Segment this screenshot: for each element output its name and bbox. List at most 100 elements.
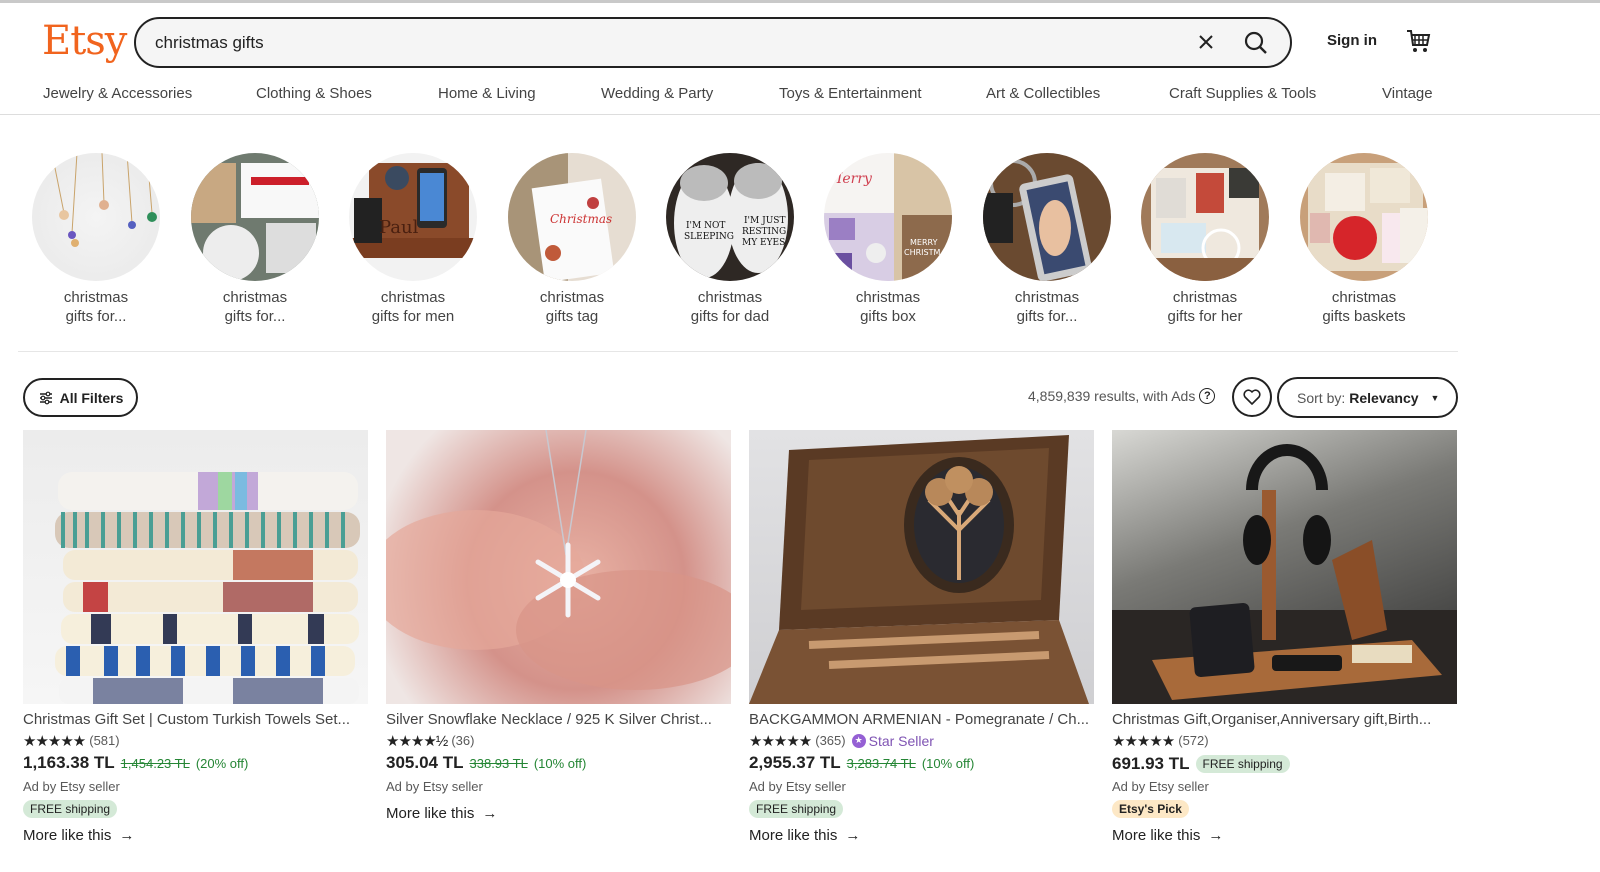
related-search-label: christmas gifts box xyxy=(855,289,921,325)
review-count: (581) xyxy=(89,733,120,748)
listing-card[interactable]: Christmas Gift,Organiser,Anniversary gif… xyxy=(1112,430,1457,844)
clear-search-icon[interactable] xyxy=(1194,30,1218,54)
listing-title[interactable]: Christmas Gift,Organiser,Anniversary gif… xyxy=(1112,710,1457,729)
nav-item-wedding[interactable]: Wedding & Party xyxy=(601,85,713,102)
original-price: 338.93 TL xyxy=(469,756,528,771)
related-search-item[interactable]: Merry MERRY CHRISTM christmas gifts box xyxy=(808,153,968,326)
discount: (10% off) xyxy=(533,756,587,771)
more-like-this-label: More like this xyxy=(1112,827,1201,844)
star-seller-badge: ★ Star Seller xyxy=(851,732,934,749)
related-search-image xyxy=(1300,153,1428,281)
nav-item-jewelry[interactable]: Jewelry & Accessories xyxy=(43,85,192,102)
listing-image[interactable] xyxy=(386,430,731,704)
listing-card[interactable]: BACKGAMMON ARMENIAN - Pomegranate / Ch..… xyxy=(749,430,1094,844)
related-search-image: Paul xyxy=(349,153,477,281)
search-input[interactable] xyxy=(155,31,1155,55)
listing-rating: ★★★★½ (36) xyxy=(386,732,731,750)
related-search-image: Christmas xyxy=(508,153,636,281)
related-search-label: christmas gifts for her xyxy=(1167,289,1243,325)
nav-item-toys[interactable]: Toys & Entertainment xyxy=(779,85,922,102)
price-line: 1,163.38 TL 1,454.23 TL (20% off) xyxy=(23,753,368,775)
svg-text:CHRISTM: CHRISTM xyxy=(904,248,940,257)
ad-seller-label: Ad by Etsy seller xyxy=(386,779,483,794)
listing-title[interactable]: Christmas Gift Set | Custom Turkish Towe… xyxy=(23,710,368,729)
related-search-label: christmas gifts for men xyxy=(371,289,455,325)
star-seller-icon: ★ xyxy=(851,733,866,748)
related-search-label: christmas gifts for dad xyxy=(690,289,770,325)
price-line: 2,955.37 TL 3,283.74 TL (10% off) xyxy=(749,753,1094,775)
cart-icon[interactable] xyxy=(1405,27,1433,55)
svg-text:I'M JUST: I'M JUST xyxy=(744,216,785,226)
sale-price: 1,163.38 TL xyxy=(23,753,115,772)
listing-card[interactable]: Silver Snowflake Necklace / 925 K Silver… xyxy=(386,430,731,822)
search-icon[interactable] xyxy=(1242,29,1270,57)
more-like-this-link[interactable]: More like this → xyxy=(23,827,368,844)
heart-icon xyxy=(1243,389,1261,405)
ad-seller-label: Ad by Etsy seller xyxy=(749,779,846,794)
related-search-image: Merry MERRY CHRISTM xyxy=(824,153,952,281)
related-search-item[interactable]: christmas gifts for... xyxy=(967,153,1127,326)
related-search-item[interactable]: I'M NOT SLEEPING I'M JUST RESTING MY EYES ch… xyxy=(650,153,810,326)
sign-in-link[interactable]: Sign in xyxy=(1327,32,1377,49)
price-line: 691.93 TL FREE shipping xyxy=(1112,753,1457,775)
all-filters-label: All Filters xyxy=(59,389,124,406)
nav-item-craft[interactable]: Craft Supplies & Tools xyxy=(1169,85,1316,102)
etsy-logo[interactable]: Etsy xyxy=(42,18,127,64)
arrow-right-icon: → xyxy=(845,827,861,844)
nav-item-vintage[interactable]: Vintage xyxy=(1382,85,1433,102)
save-search-button[interactable] xyxy=(1232,377,1272,417)
original-price: 1,454.23 TL xyxy=(120,756,190,771)
related-search-label: christmas gifts for... xyxy=(63,289,129,325)
related-search-item[interactable]: christmas gifts baskets xyxy=(1284,153,1444,326)
svg-text:MERRY: MERRY xyxy=(910,238,938,247)
star-rating: ★★★★★ xyxy=(749,732,812,750)
svg-text:I'M NOT: I'M NOT xyxy=(686,221,725,231)
more-like-this-link[interactable]: More like this → xyxy=(1112,827,1457,844)
related-search-label: christmas gifts for... xyxy=(1014,289,1080,325)
category-nav: Jewelry & Accessories Clothing & Shoes H… xyxy=(0,84,1600,115)
related-search-item[interactable]: Christmas christmas gifts tag xyxy=(492,153,652,326)
related-search-item[interactable]: Paul christmas gifts for men xyxy=(333,153,493,326)
sort-dropdown[interactable]: Sort by: Relevancy ▼ xyxy=(1277,377,1458,418)
filter-sliders-icon xyxy=(39,391,52,404)
star-rating: ★★★★★ xyxy=(1112,732,1175,750)
listing-image[interactable] xyxy=(23,430,368,704)
all-filters-button[interactable]: All Filters xyxy=(23,378,138,417)
help-icon[interactable]: ? xyxy=(1199,388,1216,404)
listing-rating: ★★★★★ (581) xyxy=(23,732,368,750)
related-search-label: christmas gifts tag xyxy=(539,289,605,325)
listing-image[interactable] xyxy=(749,430,1094,704)
svg-text:Merry: Merry xyxy=(827,171,873,187)
related-search-image xyxy=(1141,153,1269,281)
listing-title[interactable]: Silver Snowflake Necklace / 925 K Silver… xyxy=(386,710,731,729)
star-rating: ★★★★★ xyxy=(23,732,86,750)
sale-price: 691.93 TL xyxy=(1112,754,1190,773)
related-search-image xyxy=(191,153,319,281)
window-top-border xyxy=(0,0,1600,3)
review-count: (572) xyxy=(1178,733,1209,748)
listing-rating: ★★★★★ (365) ★ Star Seller xyxy=(749,732,1094,750)
svg-text:MY EYES: MY EYES xyxy=(742,238,785,248)
nav-item-art[interactable]: Art & Collectibles xyxy=(986,85,1100,102)
arrow-right-icon: → xyxy=(482,805,498,822)
discount: (10% off) xyxy=(921,756,975,771)
search-bar[interactable] xyxy=(134,17,1292,68)
svg-text:SLEEPING: SLEEPING xyxy=(684,232,734,242)
arrow-right-icon: → xyxy=(119,827,135,844)
more-like-this-link[interactable]: More like this → xyxy=(386,805,731,822)
related-search-item[interactable]: christmas gifts for... xyxy=(16,153,176,326)
listing-image[interactable] xyxy=(1112,430,1457,704)
more-like-this-link[interactable]: More like this → xyxy=(749,827,1094,844)
section-divider xyxy=(18,351,1458,352)
related-search-item[interactable]: christmas gifts for her xyxy=(1125,153,1285,326)
nav-item-clothing[interactable]: Clothing & Shoes xyxy=(256,85,372,102)
free-shipping-badge: FREE shipping xyxy=(23,800,118,818)
listing-title[interactable]: BACKGAMMON ARMENIAN - Pomegranate / Ch..… xyxy=(749,710,1094,729)
review-count: (365) xyxy=(815,733,846,748)
related-search-item[interactable]: christmas gifts for... xyxy=(175,153,335,326)
related-search-label: christmas gifts for... xyxy=(222,289,288,325)
star-rating: ★★★★½ xyxy=(386,732,448,750)
listing-card[interactable]: Christmas Gift Set | Custom Turkish Towe… xyxy=(23,430,368,844)
nav-item-home[interactable]: Home & Living xyxy=(438,85,536,102)
star-seller-label: Star Seller xyxy=(868,732,934,749)
